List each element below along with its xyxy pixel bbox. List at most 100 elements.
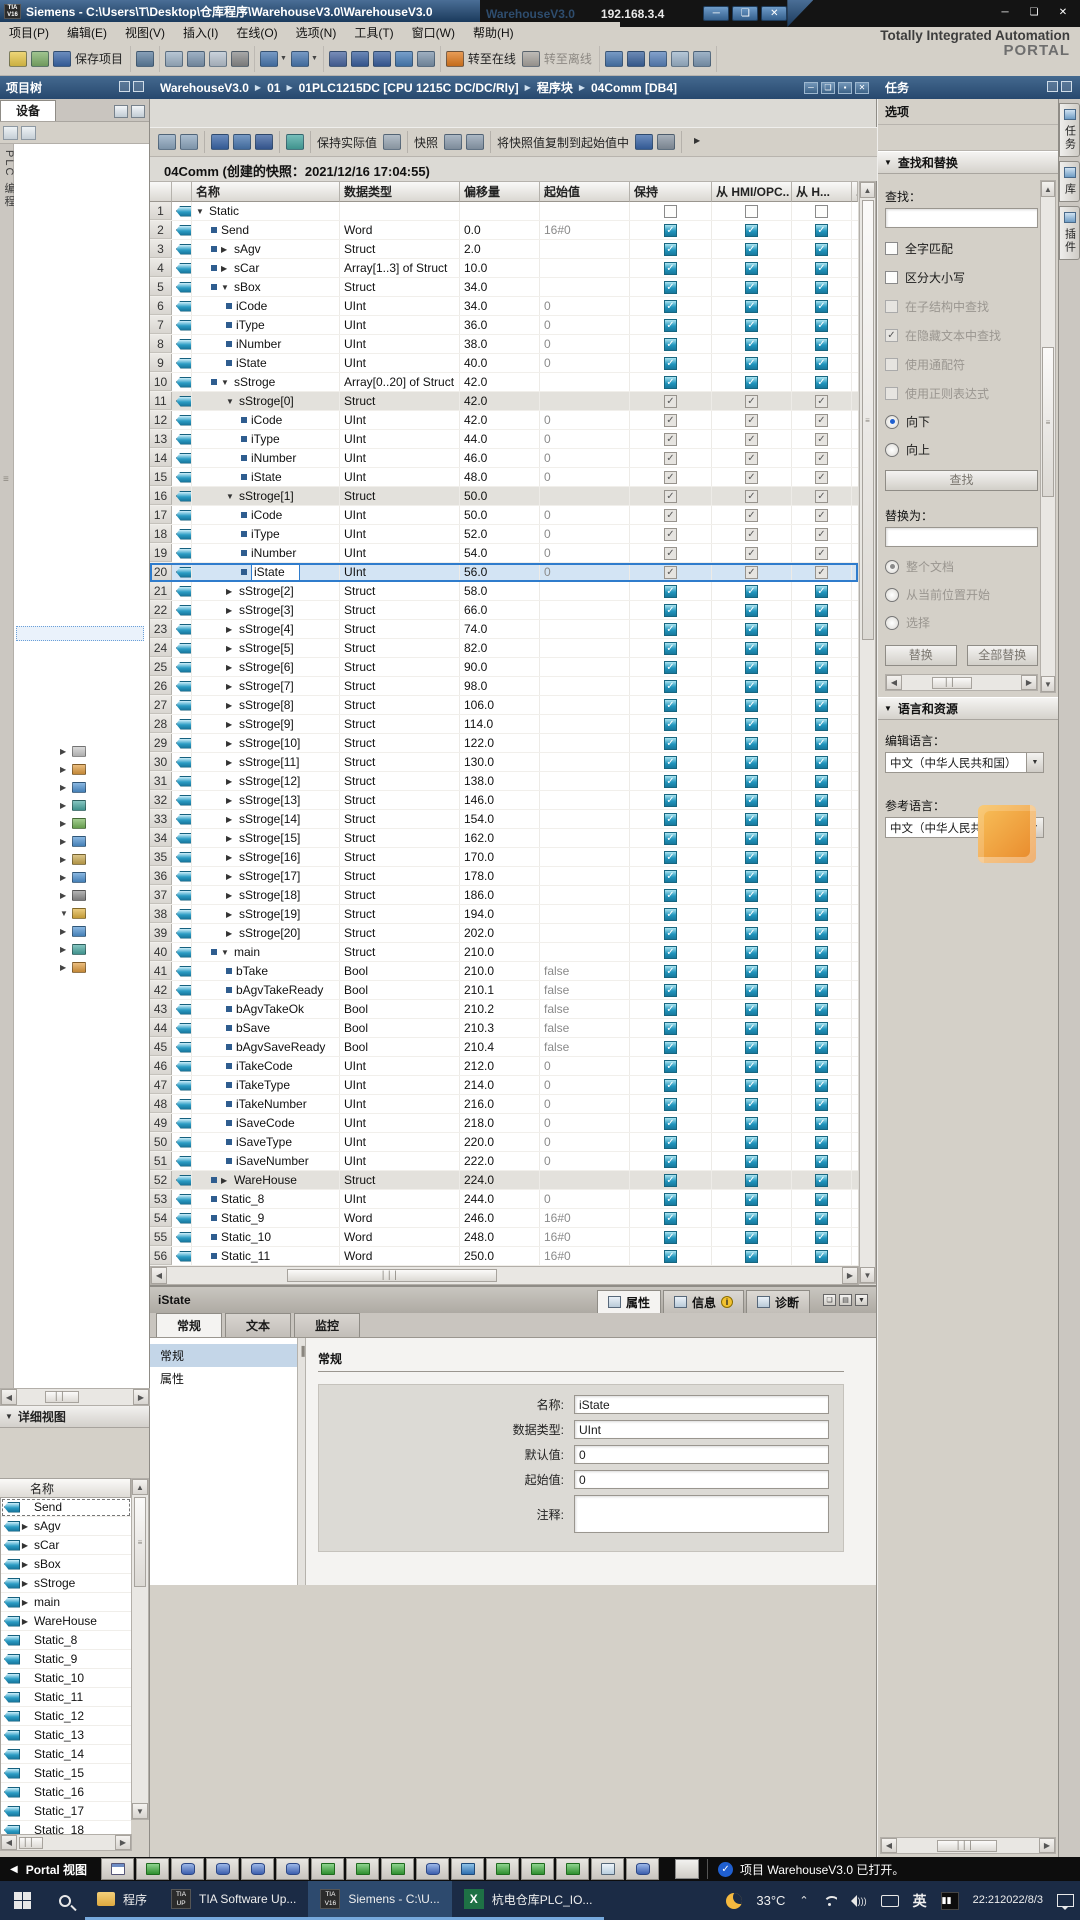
start-value-cell[interactable]: 0 [540, 468, 630, 486]
start-value-cell[interactable] [540, 202, 630, 220]
menu-item-5[interactable]: 在线(O) [227, 22, 286, 43]
editor-button[interactable] [311, 1858, 344, 1880]
start-simulation-icon[interactable] [627, 51, 645, 67]
name-cell[interactable]: iCode [192, 297, 340, 315]
start-value-cell[interactable]: 0 [540, 563, 630, 581]
languages-section-header[interactable]: ▼ 语言和资源 [878, 697, 1058, 720]
db-row-Static[interactable]: 1▼Static [150, 202, 858, 221]
db-row-sStroge[11][interactable]: 30▶sStroge[11]Struct130.0✓✓✓ [150, 753, 858, 772]
detail-item[interactable]: ▶WareHouse [1, 1612, 131, 1631]
start-value-cell[interactable]: 0 [540, 544, 630, 562]
retain-checkbox[interactable]: ✓ [664, 1212, 677, 1225]
name-cell[interactable]: ▶sCar [192, 259, 340, 277]
data-type-cell[interactable]: Struct [340, 620, 460, 638]
start-value-cell[interactable]: 0 [540, 411, 630, 429]
start-value-cell[interactable] [540, 392, 630, 410]
hmi-write-checkbox[interactable]: ✓ [815, 414, 828, 427]
retain-checkbox[interactable]: ✓ [664, 832, 677, 845]
radio-unselected-icon[interactable] [885, 443, 899, 457]
db-row-iCode[interactable]: 6iCodeUInt34.00✓✓✓ [150, 297, 858, 316]
db-row-iType[interactable]: 13iTypeUInt44.00✓✓✓ [150, 430, 858, 449]
hmi-write-checkbox[interactable]: ✓ [815, 908, 828, 921]
hmi-opc-checkbox[interactable]: ✓ [745, 680, 758, 693]
hmi-write-checkbox[interactable]: ✓ [815, 604, 828, 617]
hmi-opc-checkbox[interactable]: ✓ [745, 471, 758, 484]
db-row-Static_10[interactable]: 55Static_10Word248.016#0✓✓✓ [150, 1228, 858, 1247]
retain-checkbox[interactable]: ✓ [664, 357, 677, 370]
tree-node[interactable]: ▶ [14, 814, 149, 832]
hmi-write-checkbox[interactable]: ✓ [815, 1231, 828, 1244]
hmi-opc-checkbox[interactable]: ✓ [745, 1060, 758, 1073]
db-row-Static_11[interactable]: 56Static_11Word250.016#0✓✓✓ [150, 1247, 858, 1266]
db-row-bSave[interactable]: 44bSaveBool210.3false✓✓✓ [150, 1019, 858, 1038]
retain-checkbox[interactable]: ✓ [664, 984, 677, 997]
retain-checkbox[interactable]: ✓ [664, 319, 677, 332]
start-value-cell[interactable] [540, 753, 630, 771]
expand-arrow-icon[interactable]: ▶ [60, 891, 72, 900]
start-value-cell[interactable]: 0 [540, 1057, 630, 1075]
expand-arrow-icon[interactable]: ▶ [226, 701, 236, 710]
tree-node[interactable]: ▶ [14, 886, 149, 904]
db-row-sStroge[10][interactable]: 29▶sStroge[10]Struct122.0✓✓✓ [150, 734, 858, 753]
subtab-监控[interactable]: 监控 [294, 1313, 360, 1337]
hmi-opc-checkbox[interactable]: ✓ [745, 395, 758, 408]
hmi-write-checkbox[interactable]: ✓ [815, 851, 828, 864]
replace-input[interactable] [885, 527, 1038, 547]
taskbar-search-button[interactable] [45, 1881, 85, 1920]
hmi-write-checkbox[interactable]: ✓ [815, 1079, 828, 1092]
retain-checkbox[interactable]: ✓ [664, 224, 677, 237]
hmi-write-checkbox[interactable]: ✓ [815, 1060, 828, 1073]
data-type-cell[interactable]: Struct [340, 696, 460, 714]
start-value-cell[interactable]: 16#0 [540, 221, 630, 239]
retain-checkbox[interactable]: ✓ [664, 395, 677, 408]
breadcrumb-segment-2[interactable]: 01 [267, 81, 280, 95]
db-row-sStroge[13][interactable]: 32▶sStroge[13]Struct146.0✓✓✓ [150, 791, 858, 810]
db-row-bTake[interactable]: 41bTakeBool210.0false✓✓✓ [150, 962, 858, 981]
name-cell[interactable]: ▶sStroge[15] [192, 829, 340, 847]
start-value-cell[interactable] [540, 620, 630, 638]
data-type-cell[interactable]: Struct [340, 791, 460, 809]
retain-checkbox[interactable]: ✓ [664, 471, 677, 484]
retain-checkbox[interactable]: ✓ [664, 547, 677, 560]
expand-arrow-icon[interactable]: ▶ [226, 739, 236, 748]
expand-arrow-icon[interactable]: ▶ [20, 1560, 30, 1569]
db-table-vscrollbar[interactable]: ▲ ≡ ▼ [859, 181, 876, 1284]
hmi-opc-checkbox[interactable]: ✓ [745, 1212, 758, 1225]
db-row-iSaveNumber[interactable]: 51iSaveNumberUInt222.00✓✓✓ [150, 1152, 858, 1171]
menu-item-2[interactable]: 编辑(E) [58, 22, 116, 43]
column-header-起始值[interactable]: 起始值 [540, 181, 630, 202]
retain-checkbox[interactable]: ✓ [664, 1003, 677, 1016]
start-value-cell[interactable] [540, 943, 630, 961]
db-row-sStroge[9][interactable]: 28▶sStroge[9]Struct114.0✓✓✓ [150, 715, 858, 734]
retain-checkbox[interactable]: ✓ [664, 604, 677, 617]
hmi-opc-checkbox[interactable]: ✓ [745, 452, 758, 465]
hmi-opc-checkbox[interactable]: ✓ [745, 832, 758, 845]
hmi-write-checkbox[interactable]: ✓ [815, 623, 828, 636]
subtab-文本[interactable]: 文本 [225, 1313, 291, 1337]
menu-item-7[interactable]: 工具(T) [345, 22, 402, 43]
hmi-opc-checkbox[interactable]: ✓ [745, 756, 758, 769]
retain-checkbox[interactable]: ✓ [664, 1155, 677, 1168]
data-type-cell[interactable]: Struct [340, 1171, 460, 1189]
retain-checkbox[interactable]: ✓ [664, 756, 677, 769]
name-cell[interactable]: ▶sStroge[10] [192, 734, 340, 752]
detail-item[interactable]: Static_16 [1, 1783, 131, 1802]
cross-reference-icon[interactable] [649, 51, 667, 67]
scroll-right-icon[interactable]: ▶ [1039, 1838, 1055, 1853]
editor-minimize-icon[interactable]: ─ [804, 82, 818, 94]
split-editor-icon[interactable] [693, 51, 711, 67]
hmi-opc-checkbox[interactable]: ✓ [745, 1231, 758, 1244]
data-type-cell[interactable]: UInt [340, 411, 460, 429]
name-cell[interactable]: ▶sStroge[19] [192, 905, 340, 923]
expand-arrow-icon[interactable]: ▼ [221, 378, 231, 387]
retain-checkbox[interactable]: ✓ [664, 680, 677, 693]
expand-arrow-icon[interactable]: ▶ [60, 927, 72, 936]
start-value-cell[interactable]: false [540, 1000, 630, 1018]
data-type-cell[interactable]: UInt [340, 335, 460, 353]
editor-button[interactable] [101, 1858, 134, 1880]
expand-arrow-icon[interactable]: ▼ [221, 283, 231, 292]
name-cell[interactable]: ▼sBox [192, 278, 340, 296]
data-type-cell[interactable]: Bool [340, 1000, 460, 1018]
hmi-write-checkbox[interactable]: ✓ [815, 395, 828, 408]
data-type-cell[interactable]: UInt [340, 525, 460, 543]
